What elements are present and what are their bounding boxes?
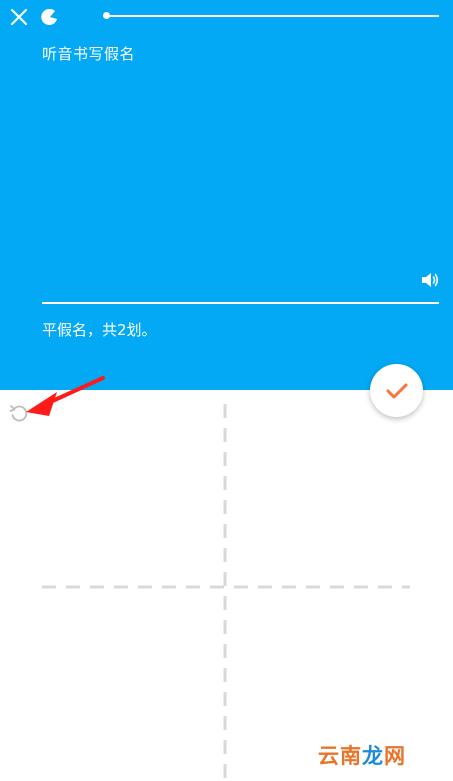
watermark-part2: 龙 xyxy=(362,743,384,768)
watermark: 云南龙网 xyxy=(318,740,406,770)
submit-button[interactable] xyxy=(370,364,423,417)
watermark-part3: 网 xyxy=(384,743,406,768)
checkmark-icon xyxy=(386,383,408,399)
watermark-part1: 云南 xyxy=(318,743,362,768)
